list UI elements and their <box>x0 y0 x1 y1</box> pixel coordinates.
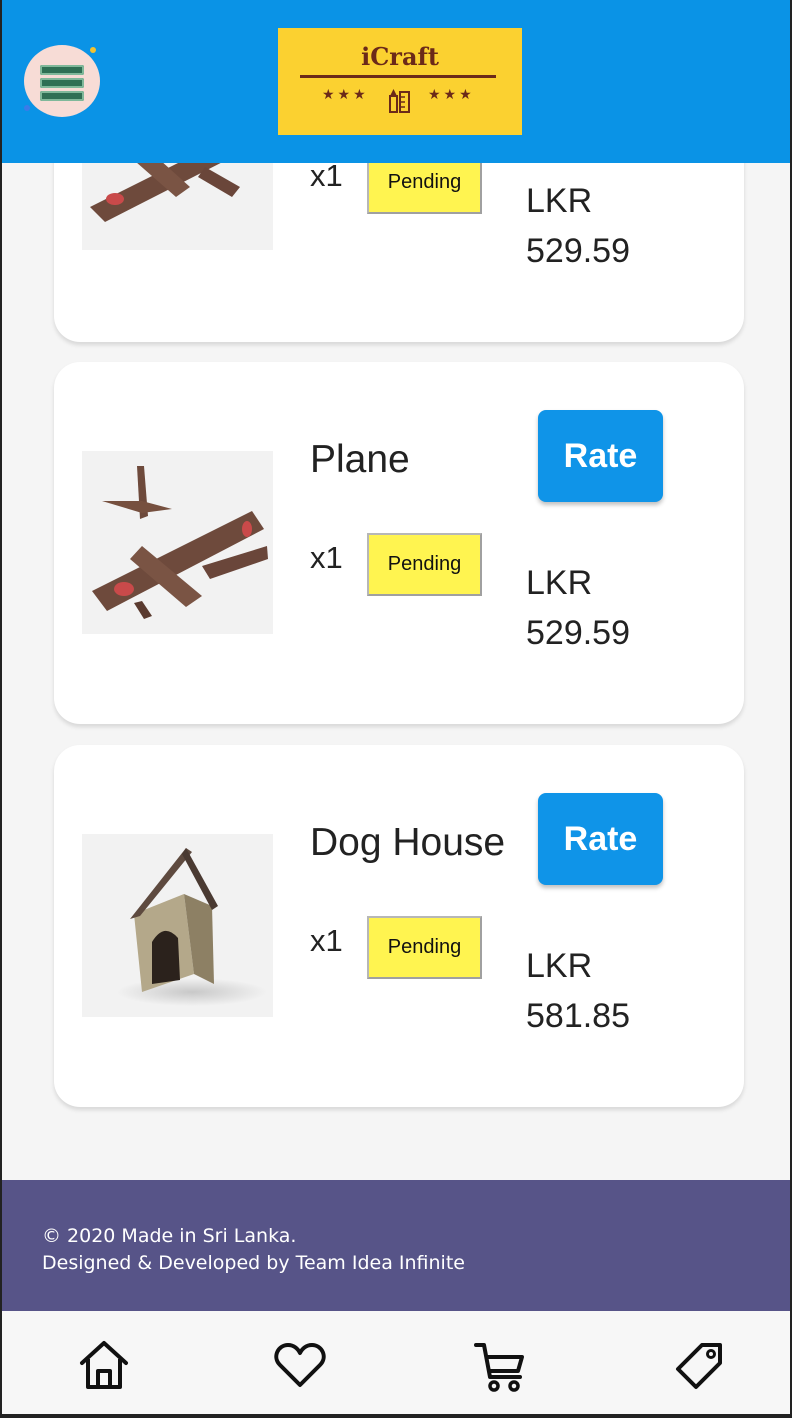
logo-stars: ★★★ <box>322 86 369 102</box>
app-screen: x1 Pending LKR 529.59 Plane Rate x1 Pend… <box>0 0 792 1418</box>
order-quantity: x1 <box>310 540 343 575</box>
footer: © 2020 Made in Sri Lanka. Designed & Dev… <box>2 1180 790 1311</box>
order-quantity: x1 <box>310 923 343 958</box>
menu-icon-bar <box>40 91 84 101</box>
pencil-ruler-icon <box>389 89 410 113</box>
order-price: LKR 581.85 <box>526 941 630 1041</box>
rate-button[interactable]: Rate <box>538 410 663 502</box>
price-amount: 529.59 <box>526 614 630 652</box>
app-header: iCraft ★★★ ★★★ <box>2 0 790 163</box>
nav-favorites[interactable] <box>270 1335 330 1395</box>
cart-icon <box>474 1343 524 1392</box>
price-amount: 581.85 <box>526 997 630 1035</box>
app-logo: iCraft ★★★ ★★★ <box>278 28 522 135</box>
tag-icon <box>676 1343 722 1389</box>
status-badge: Pending <box>367 533 482 596</box>
heart-icon <box>274 1343 326 1387</box>
order-price: LKR 529.59 <box>526 558 630 658</box>
order-card: Plane Rate x1 Pending LKR 529.59 <box>54 362 744 724</box>
decor-dot <box>90 47 96 53</box>
logo-divider <box>300 75 496 78</box>
order-quantity: x1 <box>310 158 343 193</box>
nav-cart[interactable] <box>470 1335 530 1395</box>
menu-button[interactable] <box>24 45 100 117</box>
menu-icon <box>40 65 84 75</box>
price-amount: 529.59 <box>526 232 630 270</box>
price-currency: LKR <box>526 947 593 985</box>
product-name: Plane <box>310 438 410 481</box>
plane-image <box>82 451 273 634</box>
credits-text: Designed & Developed by Team Idea Infini… <box>42 1252 465 1274</box>
order-price: LKR 529.59 <box>526 176 630 276</box>
price-currency: LKR <box>526 182 593 220</box>
nav-offers[interactable] <box>670 1335 730 1395</box>
price-currency: LKR <box>526 564 593 602</box>
product-name: Dog House <box>310 821 506 864</box>
bottom-nav <box>2 1311 790 1418</box>
status-badge: Pending <box>367 916 482 979</box>
nav-home[interactable] <box>74 1335 134 1395</box>
rate-button[interactable]: Rate <box>538 793 663 885</box>
home-icon <box>80 1341 128 1389</box>
menu-icon-bar <box>40 78 84 88</box>
copyright-text: © 2020 Made in Sri Lanka. <box>42 1225 297 1247</box>
dog-house-image <box>82 834 273 1017</box>
decor-dot <box>24 105 30 111</box>
logo-title: iCraft <box>361 42 439 71</box>
order-card: Dog House Rate x1 Pending LKR 581.85 <box>54 745 744 1107</box>
logo-stars: ★★★ <box>428 86 475 102</box>
